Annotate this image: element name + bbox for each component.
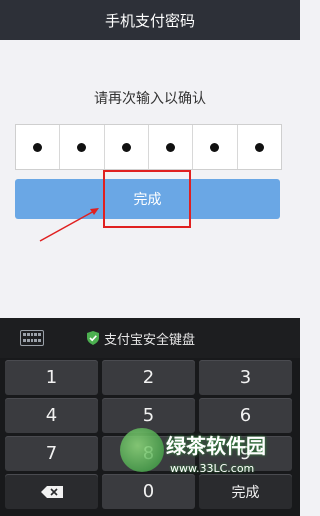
secure-keyboard: 支付宝安全键盘 1 2 3 4 5 6 7 8 9 0 完成 <box>0 318 300 516</box>
key-1[interactable]: 1 <box>5 360 98 395</box>
shield-check-icon <box>87 331 99 345</box>
pin-cell <box>60 125 105 169</box>
keyboard-title: 支付宝安全键盘 <box>104 333 196 348</box>
page-title: 手机支付密码 <box>104 11 195 30</box>
key-6[interactable]: 6 <box>199 398 292 433</box>
keypad: 1 2 3 4 5 6 7 8 9 0 完成 <box>5 360 297 509</box>
keyboard-done-key[interactable]: 完成 <box>199 474 292 509</box>
pin-input[interactable] <box>15 124 282 170</box>
key-5[interactable]: 5 <box>102 398 195 433</box>
key-2[interactable]: 2 <box>102 360 195 395</box>
pin-cell <box>149 125 194 169</box>
confirm-prompt: 请再次输入以确认 <box>94 91 206 107</box>
key-3[interactable]: 3 <box>199 360 292 395</box>
title-bar: 手机支付密码 <box>0 0 300 40</box>
pin-cell <box>105 125 149 169</box>
highlight-box <box>103 170 191 228</box>
key-0[interactable]: 0 <box>102 474 195 509</box>
pin-dot <box>77 142 87 152</box>
keyboard-header: 支付宝安全键盘 <box>0 318 300 358</box>
backspace-icon <box>40 485 63 498</box>
pin-cell <box>238 125 281 169</box>
backspace-key[interactable] <box>5 474 98 509</box>
key-9[interactable]: 9 <box>199 436 292 471</box>
pin-dot <box>121 142 131 152</box>
pin-cell <box>16 125 61 169</box>
key-8[interactable]: 8 <box>102 436 195 471</box>
pin-dot <box>254 142 264 152</box>
key-4[interactable]: 4 <box>5 398 98 433</box>
key-7[interactable]: 7 <box>5 436 98 471</box>
pin-dot <box>166 142 176 152</box>
pin-cell <box>193 125 238 169</box>
pin-dot <box>210 142 220 152</box>
keyboard-icon[interactable] <box>20 330 44 346</box>
pin-dot <box>33 142 43 152</box>
